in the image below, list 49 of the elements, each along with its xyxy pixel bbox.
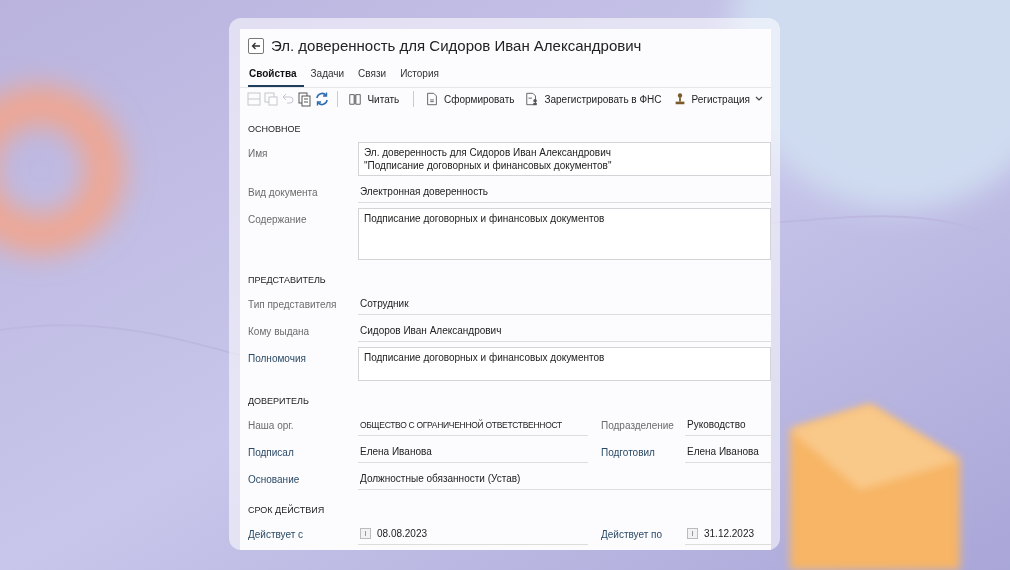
copy-icon[interactable]	[297, 91, 314, 107]
toolbar-button[interactable]: Сформировать	[421, 89, 523, 109]
calendar-icon	[687, 528, 698, 539]
text-field[interactable]: Елена Иванова	[358, 441, 588, 463]
field-link[interactable]: Действует с	[248, 523, 358, 540]
field-label: Вид документа	[248, 186, 319, 198]
field-label: Наша орг.	[248, 419, 295, 431]
text-field[interactable]: Сидоров Иван Александрович	[358, 320, 771, 342]
field-link[interactable]: Полномочия	[248, 347, 358, 364]
toolbar-button[interactable]: Зарегистрировать в ФНС	[522, 89, 670, 109]
date-field[interactable]: 08.08.2023	[358, 523, 588, 545]
menu-button[interactable]: Регистрация	[669, 89, 771, 109]
section-heading: ОСНОВНОЕ	[248, 124, 302, 134]
field-link[interactable]: Подписал	[248, 441, 358, 458]
field-label: Подразделение	[601, 419, 675, 431]
text-field[interactable]: Елена Иванова	[685, 441, 771, 463]
field-link[interactable]: Основание	[248, 468, 358, 485]
refresh-icon[interactable]	[314, 91, 331, 107]
toolbar-button[interactable]: Читать	[345, 89, 408, 109]
text-area[interactable]: Эл. доверенность для Сидоров Иван Александрович "Подписание договорных и финансовых документов"	[358, 142, 771, 176]
text-field[interactable]: Должностные обязанности (Устав)	[358, 468, 771, 490]
field-label: Имя	[248, 147, 269, 159]
text-area[interactable]: Подписание договорных и финансовых документов	[358, 347, 771, 381]
field-label: Кому выдана	[248, 325, 311, 337]
field-link[interactable]: Действует по	[601, 523, 685, 540]
back-button[interactable]	[248, 37, 264, 54]
book-icon	[348, 92, 363, 106]
document-icon	[424, 92, 439, 106]
text-field[interactable]: Электронная доверенность	[358, 181, 771, 203]
text-field[interactable]: Сотрудник	[358, 293, 771, 315]
document-person-icon	[525, 92, 540, 106]
tab[interactable]: Связи	[357, 65, 394, 87]
tab[interactable]: История	[399, 65, 446, 87]
back-arrow-icon	[251, 40, 261, 51]
caret-icon	[755, 96, 763, 102]
text-field[interactable]: ОБЩЕСТВО С ОГРАНИЧЕННОЙ ОТВЕТСТВЕННОСТ	[358, 414, 588, 436]
field-link[interactable]: Подготовил	[601, 441, 685, 458]
date-field[interactable]: 31.12.2023	[685, 523, 771, 545]
section-heading: СРОК ДЕЙСТВИЯ	[248, 505, 326, 515]
text-field[interactable]: Руководство	[685, 414, 771, 436]
calendar-icon	[360, 528, 371, 539]
window-title: Эл. доверенность для Сидоров Иван Александрович	[271, 37, 642, 54]
tab[interactable]: Свойства	[248, 65, 304, 87]
section-heading: ПРЕДСТАВИТЕЛЬ	[248, 275, 327, 285]
section-heading: ДОВЕРИТЕЛЬ	[248, 396, 310, 406]
field-label: Содержание	[248, 213, 308, 225]
field-label: Тип представителя	[248, 298, 338, 310]
tab[interactable]: Задачи	[309, 65, 352, 87]
text-area[interactable]: Подписание договорных и финансовых документов	[358, 208, 771, 260]
